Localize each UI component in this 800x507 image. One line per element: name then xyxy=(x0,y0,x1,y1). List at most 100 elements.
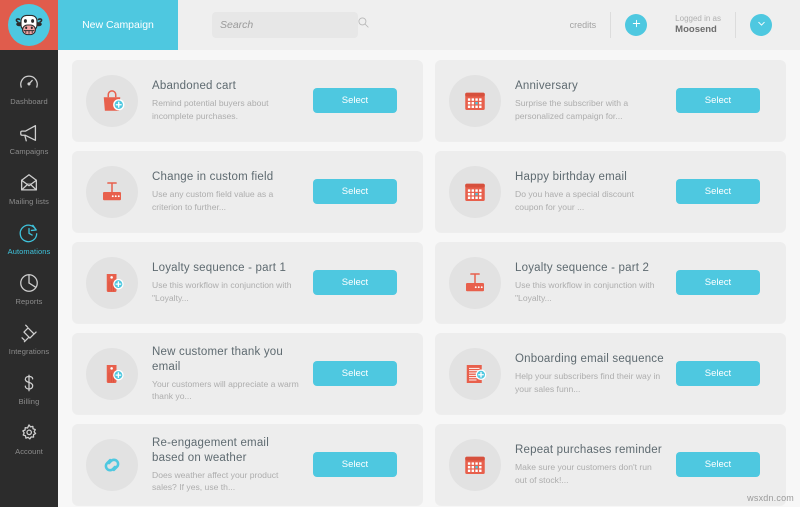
recipe-card[interactable]: Re-engagement email based on weather Doe… xyxy=(72,424,423,505)
select-button[interactable]: Select xyxy=(676,270,760,295)
watermark: wsxdn.com xyxy=(747,493,794,503)
recipe-description: Make sure your customers don't run out o… xyxy=(515,462,652,485)
chevron-down-icon xyxy=(756,16,767,34)
account-info: Logged in as Moosend xyxy=(661,14,735,36)
recipe-title: Loyalty sequence - part 2 xyxy=(515,262,650,275)
search-area xyxy=(212,0,369,50)
recipe-text: Happy birthday email Do you have a speci… xyxy=(501,170,676,213)
recipe-text: Loyalty sequence - part 1 Use this workf… xyxy=(138,261,313,304)
account-name: Moosend xyxy=(675,24,717,36)
recipe-card[interactable]: Happy birthday email Do you have a speci… xyxy=(435,151,786,232)
search-icon[interactable] xyxy=(357,16,370,34)
recipe-card[interactable]: Loyalty sequence - part 2 Use this workf… xyxy=(435,242,786,323)
recipe-text: Repeat purchases reminder Make sure your… xyxy=(501,443,676,486)
recipe-description: Help your subscribers find their way in … xyxy=(515,371,661,394)
recipe-text: New customer thank you email Your custom… xyxy=(138,345,313,403)
credits-label: credits xyxy=(569,20,597,30)
logged-in-prefix: Logged in as xyxy=(675,14,721,24)
select-button[interactable]: Select xyxy=(676,88,760,113)
gauge-icon xyxy=(18,72,40,94)
recipe-card[interactable]: Onboarding email sequence Help your subs… xyxy=(435,333,786,414)
calendar-icon xyxy=(449,438,501,491)
recipe-title: Repeat purchases reminder xyxy=(515,444,662,457)
account-menu-button[interactable] xyxy=(750,14,772,36)
recipe-title: Onboarding email sequence xyxy=(515,353,664,366)
select-button[interactable]: Select xyxy=(313,270,397,295)
recipe-text: Abandoned cart Remind potential buyers a… xyxy=(138,79,313,122)
shopping-bag-plus-icon xyxy=(86,74,138,127)
sidebar-item-account[interactable]: Account xyxy=(0,414,58,464)
recipe-description: Surprise the subscriber with a personali… xyxy=(515,98,629,121)
plus-icon xyxy=(631,16,642,34)
tag-plus-icon xyxy=(86,347,138,400)
recipe-text: Onboarding email sequence Help your subs… xyxy=(501,352,676,395)
recipe-card[interactable]: Repeat purchases reminder Make sure your… xyxy=(435,424,786,505)
sidebar-item-label: Integrations xyxy=(8,347,50,356)
select-button[interactable]: Select xyxy=(313,452,397,477)
sidebar-item-label: Account xyxy=(15,447,43,456)
app-logo[interactable] xyxy=(0,0,58,50)
sidebar-item-integrations[interactable]: Integrations xyxy=(0,314,58,364)
plug-icon xyxy=(18,322,40,344)
recipe-title: New customer thank you email xyxy=(152,345,283,373)
recipe-title: Re-engagement email based on weather xyxy=(152,436,269,464)
select-button[interactable]: Select xyxy=(313,361,397,386)
select-button[interactable]: Select xyxy=(313,88,397,113)
add-credits-button[interactable] xyxy=(625,14,648,36)
recipe-card[interactable]: Abandoned cart Remind potential buyers a… xyxy=(72,60,423,141)
link-chain-icon xyxy=(86,438,138,491)
document-plus-icon xyxy=(449,347,501,400)
sidebar-item-label: Reports xyxy=(15,297,43,306)
calendar-icon xyxy=(449,74,501,127)
search-box[interactable] xyxy=(212,12,369,38)
sidebar-item-reports[interactable]: Reports xyxy=(0,264,58,314)
recipe-card[interactable]: Loyalty sequence - part 1 Use this workf… xyxy=(72,242,423,323)
recipe-text: Anniversary Surprise the subscriber with… xyxy=(501,79,676,122)
recipe-description: Use this workflow in conjunction with "L… xyxy=(152,280,292,303)
calendar-icon xyxy=(449,165,501,218)
recipe-description: Use this workflow in conjunction with "L… xyxy=(515,280,655,303)
sidebar-item-label: Dashboard xyxy=(10,97,48,106)
recipe-card[interactable]: Change in custom field Use any custom fi… xyxy=(72,151,423,232)
top-bar: New Campaign credits Logged in as Moosen… xyxy=(58,0,800,50)
app-root: Dashboard Campaigns Mailing lists Automa… xyxy=(0,0,800,507)
automation-recipes-panel: Abandoned cart Remind potential buyers a… xyxy=(58,50,800,507)
recipe-description: Do you have a special discount coupon fo… xyxy=(515,189,634,212)
recipe-description: Your customers will appreciate a warm th… xyxy=(152,378,299,402)
select-button[interactable]: Select xyxy=(313,179,397,204)
sidebar-item-automations[interactable]: Automations xyxy=(0,214,58,264)
sidebar-item-label: Campaigns xyxy=(9,147,49,156)
sidebar-item-dashboard[interactable]: Dashboard xyxy=(0,64,58,114)
recipe-text: Change in custom field Use any custom fi… xyxy=(138,170,313,213)
select-button[interactable]: Select xyxy=(676,361,760,386)
envelope-icon xyxy=(18,172,40,194)
sidebar-item-campaigns[interactable]: Campaigns xyxy=(0,114,58,164)
select-button[interactable]: Select xyxy=(676,452,760,477)
recipe-description: Remind potential buyers about incomplete… xyxy=(152,98,269,121)
divider xyxy=(735,12,736,38)
recipe-title: Anniversary xyxy=(515,80,578,93)
sidebar-item-mailing-lists[interactable]: Mailing lists xyxy=(0,164,58,214)
gear-icon xyxy=(18,422,40,444)
recipe-text: Re-engagement email based on weather Doe… xyxy=(138,436,313,494)
recipe-text: Loyalty sequence - part 2 Use this workf… xyxy=(501,261,676,304)
recipe-card[interactable]: New customer thank you email Your custom… xyxy=(72,333,423,414)
search-input[interactable] xyxy=(220,19,357,31)
sidebar-item-billing[interactable]: Billing xyxy=(0,364,58,414)
dollar-icon xyxy=(18,372,40,394)
recipe-description: Does weather affect your product sales? … xyxy=(152,469,279,493)
recipe-title: Loyalty sequence - part 1 xyxy=(152,262,287,275)
sidebar: Dashboard Campaigns Mailing lists Automa… xyxy=(0,0,58,507)
recipe-grid: Abandoned cart Remind potential buyers a… xyxy=(72,60,786,505)
select-button[interactable]: Select xyxy=(676,179,760,204)
sidebar-item-label: Automations xyxy=(7,247,51,256)
recipe-card[interactable]: Anniversary Surprise the subscriber with… xyxy=(435,60,786,141)
cow-mascot-logo-icon xyxy=(8,4,50,46)
new-campaign-button[interactable]: New Campaign xyxy=(58,0,178,50)
pie-chart-icon xyxy=(18,272,40,294)
recipe-title: Happy birthday email xyxy=(515,171,628,184)
recipe-title: Change in custom field xyxy=(152,171,274,184)
sidebar-item-label: Billing xyxy=(18,397,40,406)
custom-field-icon xyxy=(449,256,501,309)
recipe-title: Abandoned cart xyxy=(152,80,237,93)
